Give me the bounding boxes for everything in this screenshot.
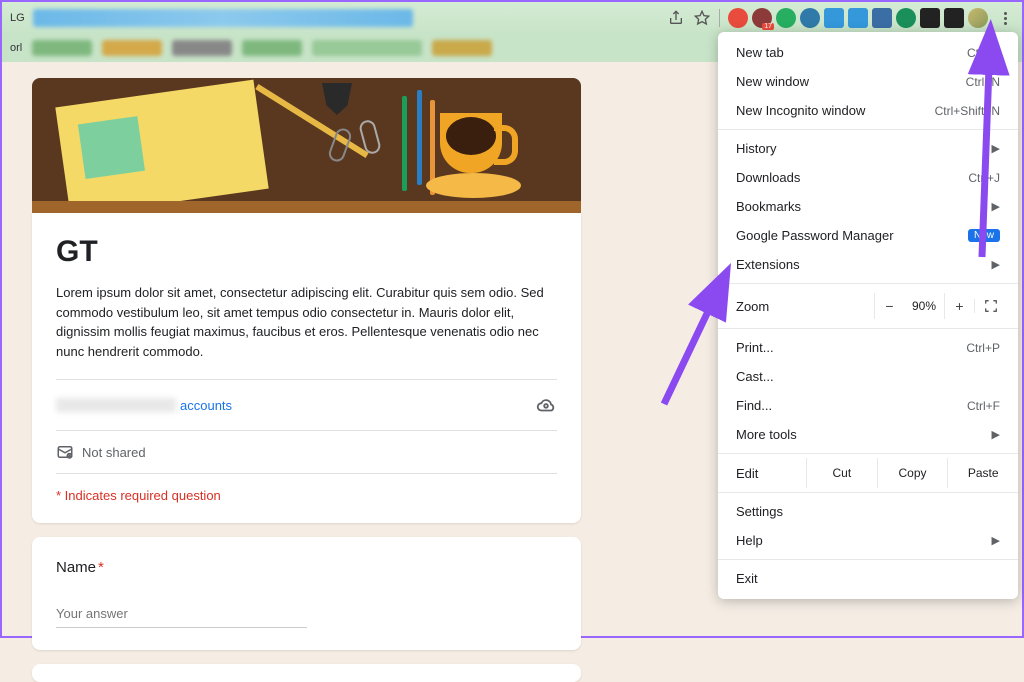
not-shared-label: Not shared: [82, 445, 146, 460]
bookmark-item-blur[interactable]: [242, 40, 302, 56]
not-shared-icon: [56, 443, 74, 461]
star-icon[interactable]: [693, 9, 711, 27]
chevron-right-icon: ▶: [992, 428, 1000, 441]
form-title: GT: [56, 235, 557, 269]
switch-account-link[interactable]: accounts: [180, 398, 232, 413]
extension-icon[interactable]: [800, 8, 820, 28]
menu-downloads[interactable]: DownloadsCtrl+J: [718, 163, 1018, 192]
menu-edit-row: Edit Cut Copy Paste: [718, 458, 1018, 488]
bookmark-blur: orl: [10, 42, 22, 54]
bookmark-item-blur[interactable]: [432, 40, 492, 56]
extension-icon[interactable]: 17: [752, 8, 772, 28]
browser-toolbar: LG 17: [2, 2, 1022, 34]
menu-history[interactable]: History▶: [718, 134, 1018, 163]
account-row: accounts: [56, 379, 557, 430]
profile-avatar[interactable]: [968, 8, 988, 28]
fullscreen-button[interactable]: [974, 299, 1006, 313]
form-viewport: GT Lorem ipsum dolor sit amet, consectet…: [2, 62, 582, 682]
menu-new-window[interactable]: New windowCtrl+N: [718, 67, 1018, 96]
bookmark-item-blur[interactable]: [32, 40, 92, 56]
menu-print[interactable]: Print...Ctrl+P: [718, 333, 1018, 362]
form-header-card: GT Lorem ipsum dolor sit amet, consectet…: [32, 213, 581, 523]
share-row: Not shared: [56, 430, 557, 473]
chevron-right-icon: ▶: [992, 142, 1000, 155]
zoom-out-button[interactable]: −: [874, 293, 904, 319]
menu-bookmarks[interactable]: Bookmarks▶: [718, 192, 1018, 221]
tab-label-blur: LG: [10, 12, 25, 24]
required-indicator: * Indicates required question: [56, 473, 557, 507]
bookmark-item-blur[interactable]: [172, 40, 232, 56]
chrome-menu: New tabCtrl+T New windowCtrl+N New Incog…: [718, 32, 1018, 599]
required-asterisk: *: [98, 559, 104, 576]
extension-icon[interactable]: [824, 8, 844, 28]
menu-find[interactable]: Find...Ctrl+F: [718, 391, 1018, 420]
paste-button[interactable]: Paste: [947, 458, 1018, 488]
menu-password-manager[interactable]: Google Password ManagerNew: [718, 221, 1018, 250]
menu-new-tab[interactable]: New tabCtrl+T: [718, 38, 1018, 67]
account-email-blur: [56, 398, 176, 412]
extension-icon[interactable]: [848, 8, 868, 28]
extension-icon[interactable]: [944, 8, 964, 28]
form-description: Lorem ipsum dolor sit amet, consectetur …: [56, 283, 557, 361]
zoom-value: 90%: [904, 299, 944, 313]
menu-zoom-row: Zoom − 90% +: [718, 288, 1018, 324]
chevron-right-icon: ▶: [992, 200, 1000, 213]
form-banner: [32, 78, 581, 213]
copy-button[interactable]: Copy: [877, 458, 948, 488]
zoom-in-button[interactable]: +: [944, 293, 974, 319]
question-label: Name*: [56, 559, 557, 576]
question-card: Name*: [32, 537, 581, 650]
question-card-peek: [32, 664, 581, 682]
extension-icon[interactable]: [776, 8, 796, 28]
menu-help[interactable]: Help▶: [718, 526, 1018, 555]
chevron-right-icon: ▶: [992, 534, 1000, 547]
menu-exit[interactable]: Exit: [718, 564, 1018, 593]
kebab-menu-icon[interactable]: [996, 9, 1014, 27]
answer-input[interactable]: [56, 600, 307, 628]
extension-icon[interactable]: [728, 8, 748, 28]
menu-settings[interactable]: Settings: [718, 497, 1018, 526]
bookmark-item-blur[interactable]: [102, 40, 162, 56]
extension-icon[interactable]: [872, 8, 892, 28]
cut-button[interactable]: Cut: [807, 458, 877, 488]
address-bar-blur: [33, 9, 413, 27]
share-icon[interactable]: [667, 9, 685, 27]
new-badge: New: [968, 229, 1000, 242]
bookmark-item-blur[interactable]: [312, 40, 422, 56]
cloud-icon[interactable]: [535, 394, 557, 416]
extensions-row: 17: [728, 8, 988, 28]
extension-icon[interactable]: [896, 8, 916, 28]
menu-incognito[interactable]: New Incognito windowCtrl+Shift+N: [718, 96, 1018, 125]
chevron-right-icon: ▶: [992, 258, 1000, 271]
menu-more-tools[interactable]: More tools▶: [718, 420, 1018, 449]
extension-icon[interactable]: [920, 8, 940, 28]
menu-cast[interactable]: Cast...: [718, 362, 1018, 391]
menu-extensions[interactable]: Extensions▶: [718, 250, 1018, 279]
